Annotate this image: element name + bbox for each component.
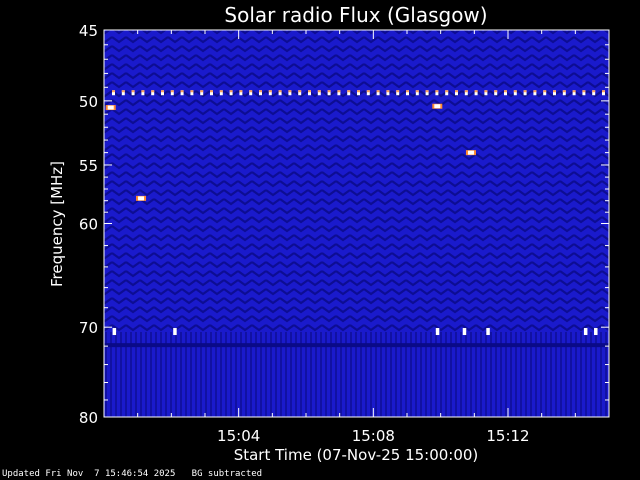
interference-dot-hot bbox=[229, 90, 233, 93]
interference-dot-hot bbox=[347, 90, 351, 93]
interference-dot-hot bbox=[317, 90, 321, 93]
interference-dot-hot bbox=[435, 90, 439, 93]
footer-updated: Updated Fri Nov 7 15:46:54 2025 bbox=[2, 469, 176, 479]
interference-dot-hot bbox=[513, 90, 517, 93]
interference-dot-hot bbox=[239, 90, 243, 93]
interference-dot-hot bbox=[200, 90, 204, 93]
interference-dot-hot bbox=[219, 90, 223, 93]
y-tick-label: 45 bbox=[79, 22, 98, 40]
plot-area bbox=[104, 30, 609, 417]
interference-dot-hot bbox=[484, 90, 488, 93]
interference-dot bbox=[486, 328, 490, 336]
interference-dot-hot bbox=[278, 90, 282, 93]
burst-spot bbox=[467, 150, 474, 155]
interference-dot-hot bbox=[357, 90, 360, 93]
y-tick-label: 80 bbox=[79, 409, 98, 427]
interference-dot-hot bbox=[141, 90, 145, 93]
interference-dot-hot bbox=[249, 90, 253, 93]
interference-dot bbox=[462, 328, 467, 336]
spectrogram-chart: Solar radio Flux (Glasgow) 455055607080 … bbox=[48, 3, 610, 464]
interference-dot-hot bbox=[151, 90, 155, 93]
footer-note: BG subtracted bbox=[191, 469, 263, 479]
interference-dot-hot bbox=[112, 90, 115, 93]
interference-dot-hot bbox=[308, 90, 311, 93]
interference-dot-hot bbox=[415, 90, 419, 93]
interference-dot-hot bbox=[592, 90, 596, 93]
interference-dot-hot bbox=[474, 90, 478, 93]
x-tick-label: 15:08 bbox=[352, 427, 395, 445]
y-tick-label: 60 bbox=[79, 216, 98, 234]
interference-dot-hot bbox=[210, 90, 213, 93]
interference-dot-hot bbox=[455, 90, 458, 93]
interference-dot-hot bbox=[298, 90, 302, 93]
interference-dot-hot bbox=[562, 90, 566, 93]
interference-dot bbox=[583, 328, 588, 336]
interference-dot-hot bbox=[425, 90, 429, 93]
interference-dot-hot bbox=[337, 90, 341, 93]
interference-dot-hot bbox=[406, 90, 409, 93]
burst-spot bbox=[138, 196, 145, 201]
x-tick-label: 15:04 bbox=[217, 427, 260, 445]
interference-dot-hot bbox=[464, 90, 468, 93]
x-tick-label: 15:12 bbox=[486, 427, 529, 445]
interference-dot-hot bbox=[572, 90, 576, 93]
interference-dot-hot bbox=[259, 90, 262, 93]
interference-dot-hot bbox=[543, 90, 547, 93]
interference-dot-hot bbox=[533, 90, 537, 93]
y-tick-label: 70 bbox=[79, 319, 98, 337]
burst-spot bbox=[107, 105, 114, 110]
y-tick-label: 55 bbox=[79, 157, 98, 175]
interference-dot bbox=[173, 328, 177, 336]
interference-dot-hot bbox=[504, 90, 507, 93]
burst-spot bbox=[434, 104, 441, 109]
interference-dot bbox=[112, 328, 117, 336]
interference-dot-hot bbox=[131, 90, 135, 93]
interference-dot-hot bbox=[190, 90, 194, 93]
y-axis-label: Frequency [MHz] bbox=[48, 161, 66, 287]
y-tick-label: 50 bbox=[79, 93, 98, 111]
upper-band-texture bbox=[104, 30, 609, 332]
interference-dot-hot bbox=[161, 90, 164, 93]
interference-dot-hot bbox=[582, 90, 586, 93]
interference-dot-hot bbox=[288, 90, 292, 93]
interference-dot-hot bbox=[386, 90, 390, 93]
interference-dot-hot bbox=[327, 90, 331, 93]
interference-dot-hot bbox=[602, 90, 605, 93]
interference-dot-hot bbox=[170, 90, 174, 93]
x-axis-label: Start Time (07-Nov-25 15:00:00) bbox=[234, 446, 479, 464]
interference-dot-hot bbox=[376, 90, 380, 93]
interference-dot bbox=[594, 328, 598, 336]
chart-title: Solar radio Flux (Glasgow) bbox=[224, 3, 487, 27]
interference-dot-hot bbox=[494, 90, 498, 93]
interference-dot-hot bbox=[523, 90, 527, 93]
interference-dot-hot bbox=[396, 90, 400, 93]
band-separator bbox=[104, 343, 609, 348]
interference-dot bbox=[435, 328, 440, 336]
interference-dot-hot bbox=[121, 90, 125, 93]
interference-dot-hot bbox=[268, 90, 272, 93]
footer: Updated Fri Nov 7 15:46:54 2025 BG subtr… bbox=[2, 469, 262, 480]
interference-dot-hot bbox=[366, 90, 370, 93]
interference-dot-hot bbox=[445, 90, 449, 93]
interference-dot-hot bbox=[180, 90, 184, 93]
interference-dot-hot bbox=[553, 90, 556, 93]
